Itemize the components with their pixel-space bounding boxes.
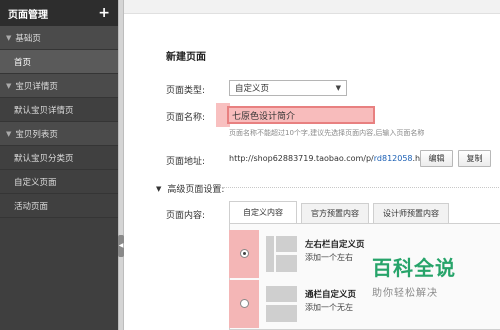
layout-desc: 添加一个无左 <box>305 303 353 312</box>
page-name-input[interactable]: 七原色设计简介 <box>227 106 375 124</box>
sidebar-item-label: 活动页面 <box>14 201 49 212</box>
sidebar-item-label: 默认宝贝分类页 <box>14 153 74 164</box>
sidebar: 页面管理 + ▼ 基础页 首页 ▼ 宝贝详情页 默认宝贝详情页 ▼ 宝贝列表页 … <box>0 0 118 330</box>
layout-desc: 添加一个左右 <box>305 253 353 262</box>
content-tabs: 自定义内容 官方预置内容 设计师预置内容 <box>229 201 453 223</box>
top-strip <box>124 0 500 14</box>
sidebar-item-label: 首页 <box>14 57 32 68</box>
sidebar-item-custom-page[interactable]: 自定义页面 <box>0 170 118 194</box>
sidebar-item-home[interactable]: 首页 <box>0 50 118 74</box>
caret-down-icon: ▼ <box>6 129 12 138</box>
sidebar-group-item-detail[interactable]: ▼ 宝贝详情页 <box>0 74 118 98</box>
sidebar-item-label: 宝贝列表页 <box>15 129 58 140</box>
caret-down-icon: ▼ <box>6 33 12 42</box>
watermark-title: 百科全说 <box>372 256 456 280</box>
sidebar-group-basic[interactable]: ▼ 基础页 <box>0 26 118 50</box>
triangle-down-icon: ▼ <box>156 184 162 193</box>
copy-button[interactable]: 复制 <box>458 150 491 167</box>
watermark-subtitle: 助你轻松解决 <box>372 288 438 299</box>
edit-button[interactable]: 编辑 <box>420 150 453 167</box>
page-url-prefix: http://shop62883719.taobao.com/p/ <box>229 154 374 163</box>
page-url-sub[interactable]: rd812058 <box>374 154 413 163</box>
sidebar-header: 页面管理 + <box>0 0 118 26</box>
add-page-button[interactable]: + <box>98 6 110 20</box>
sidebar-item-label: 基础页 <box>15 33 41 44</box>
full-width-layout-icon <box>266 286 297 322</box>
page-name-label: 页面名称: <box>166 113 206 123</box>
page-type-select[interactable]: 自定义页 ▼ <box>229 80 347 96</box>
sidebar-group-item-list[interactable]: ▼ 宝贝列表页 <box>0 122 118 146</box>
layout-title: 通栏自定义页 <box>305 290 357 300</box>
sidebar-item-default-category[interactable]: 默认宝贝分类页 <box>0 146 118 170</box>
layout-radio-left-right[interactable] <box>240 249 249 258</box>
layout-title: 左右栏自定义页 <box>305 240 365 250</box>
sidebar-item-label: 自定义页面 <box>14 177 57 188</box>
advanced-settings-toggle[interactable]: ▼ 高级页面设置: <box>156 182 225 196</box>
tab-custom-content[interactable]: 自定义内容 <box>229 201 297 223</box>
page-url-label: 页面地址: <box>166 157 206 167</box>
page-title: 新建页面 <box>166 52 206 63</box>
caret-down-icon: ▼ <box>6 81 12 90</box>
sidebar-item-label: 默认宝贝详情页 <box>14 105 74 116</box>
sidebar-title: 页面管理 <box>8 9 48 21</box>
left-right-layout-icon <box>266 236 297 272</box>
page-type-value: 自定义页 <box>235 84 270 94</box>
page-name-hint: 页面名称不能超过10个字,建议先选择页面内容,后输入页面名称 <box>229 129 425 137</box>
tab-designer-preset[interactable]: 设计师预置内容 <box>373 203 449 223</box>
chevron-down-icon: ▼ <box>335 84 341 92</box>
sidebar-item-default-detail[interactable]: 默认宝贝详情页 <box>0 98 118 122</box>
layout-radio-full-width[interactable] <box>240 299 249 308</box>
sidebar-item-activity-page[interactable]: 活动页面 <box>0 194 118 218</box>
tab-official-preset[interactable]: 官方预置内容 <box>301 203 369 223</box>
advanced-settings-label: 高级页面设置: <box>167 185 225 195</box>
watermark: 百科全说 助你轻松解决 <box>372 252 472 299</box>
sidebar-item-label: 宝贝详情页 <box>15 81 58 92</box>
divider <box>224 187 499 188</box>
page-type-label: 页面类型: <box>166 86 206 96</box>
page-url: http://shop62883719.taobao.com/p/rd81205… <box>229 154 431 163</box>
page-content-label: 页面内容: <box>166 211 206 221</box>
